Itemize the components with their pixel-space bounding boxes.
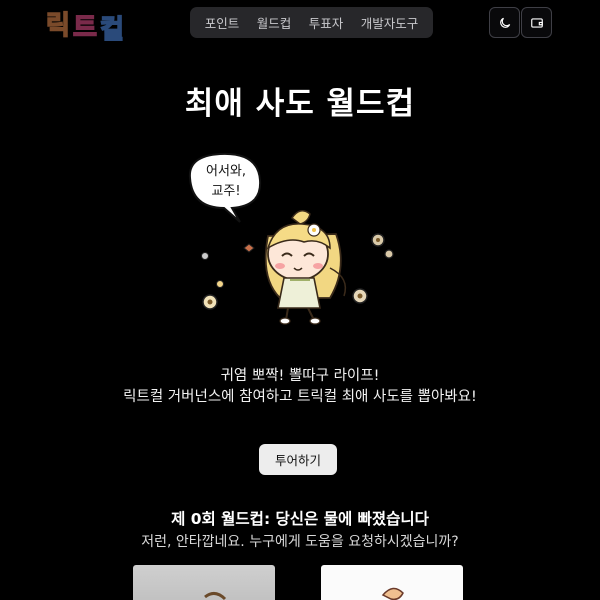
tagline-line-1: 귀염 뽀짝! 뽈따구 라이프! [220,368,380,384]
svg-text:컬: 컬 [100,15,124,45]
main-nav: 포인트 월드컵 투표자 개발자도구 [190,7,433,38]
tagline-line-2: 릭트컬 거버넌스에 참여하고 트릭컬 최애 사도를 뽑아봐요! [123,389,477,405]
nav-item-devtools[interactable]: 개발자도구 [361,13,419,32]
mascot-character [264,210,347,325]
worldcup-round-title: 제 0회 월드컵: 당신은 물에 빠졌습니다 [171,510,429,528]
candidate-image-left [204,592,227,600]
worldcup-round-subtitle: 저런, 안타깝네요. 누구에게 도움을 요청하시겠습니까? [141,534,459,550]
nav-item-worldcup[interactable]: 월드컵 [257,13,292,32]
wallet-button[interactable] [521,7,552,38]
wallet-icon [530,17,543,28]
bubble-line-2: 교주! [211,184,240,199]
svg-text:트: 트 [73,13,97,43]
speech-bubble: 어서와, 교주! [188,152,262,223]
page-title: 최애 사도 월드컵 [184,86,416,122]
candidate-card-left[interactable] [133,565,275,600]
nav-item-voters[interactable]: 투표자 [309,13,344,32]
mascot-illustration: 어서와, 교주! [188,152,394,325]
candidate-image-right [381,587,404,600]
theme-toggle-button[interactable] [489,7,520,38]
svg-text:릭: 릭 [46,11,70,41]
logo[interactable]: 릭 트 컬 [44,2,132,46]
moon-icon [499,17,510,28]
nav-item-points[interactable]: 포인트 [205,13,240,32]
tour-button[interactable]: 투어하기 [259,444,337,475]
bubble-line-1: 어서와, [206,164,246,179]
candidate-card-right[interactable] [321,565,463,600]
